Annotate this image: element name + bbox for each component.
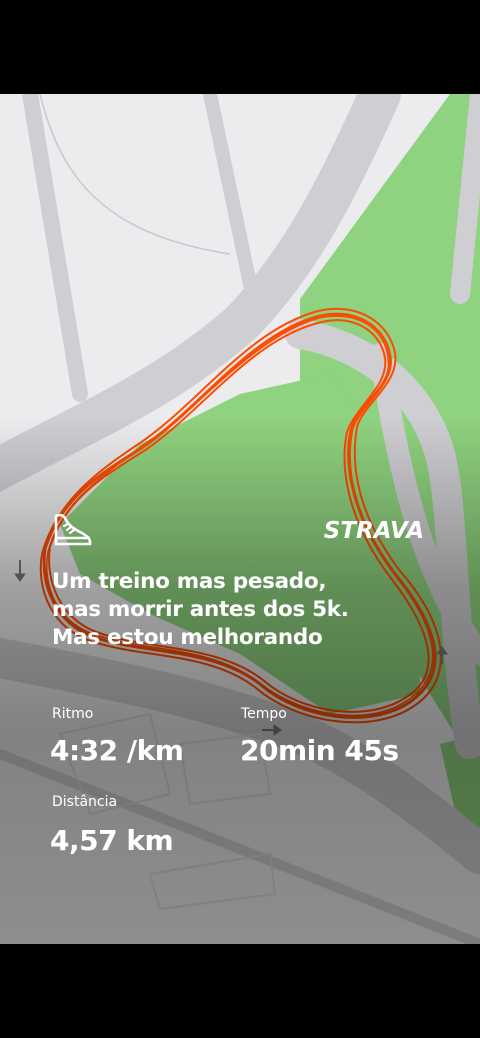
- distance-label: Distância: [52, 794, 118, 810]
- strava-logo: STRAVA: [323, 518, 424, 544]
- running-shoe-icon: [54, 513, 92, 546]
- strava-share-card: STRAVA Um treino mas pesado, mas morrir …: [0, 94, 480, 944]
- time-value: 20min 45s: [240, 734, 399, 767]
- distance-value: 4,57 km: [50, 824, 174, 857]
- time-label: Tempo: [241, 706, 287, 722]
- activity-caption: Um treino mas pesado, mas morrir antes d…: [52, 569, 349, 650]
- pace-value: 4:32 /km: [50, 734, 184, 767]
- pace-label: Ritmo: [52, 706, 94, 722]
